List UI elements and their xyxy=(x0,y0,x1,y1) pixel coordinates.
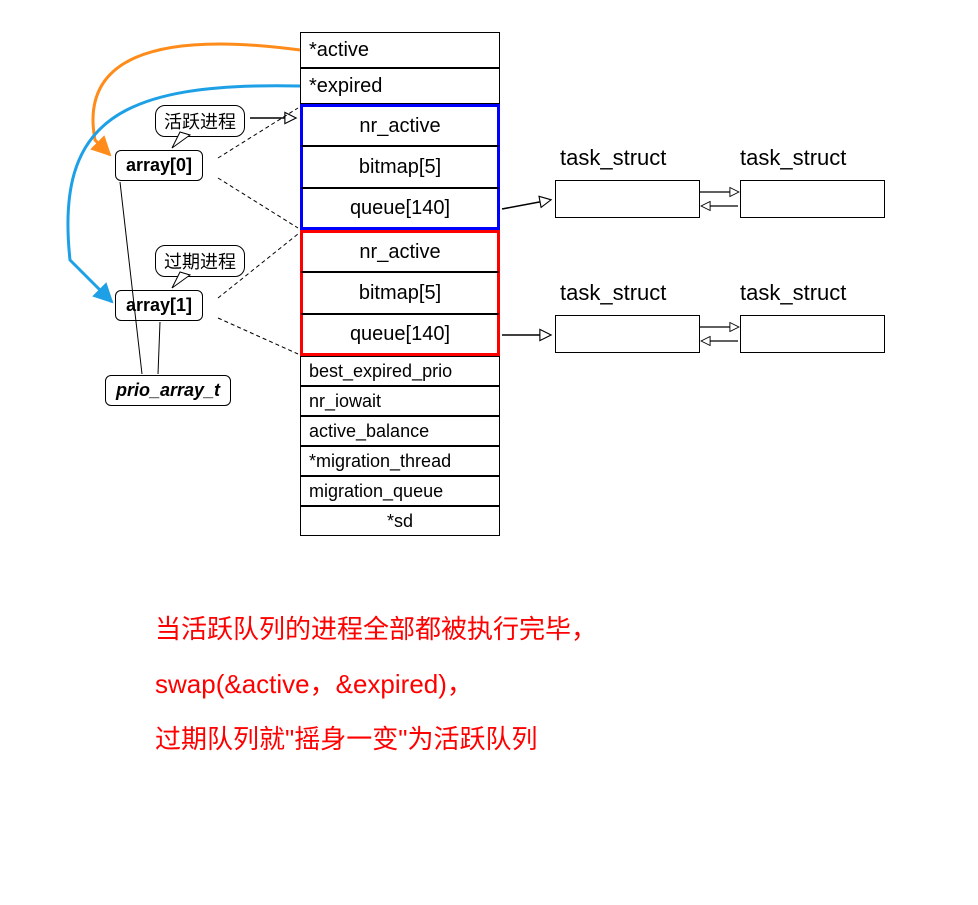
task-struct-label-2a: task_struct xyxy=(560,280,666,306)
field-active-balance: active_balance xyxy=(300,416,500,446)
task-struct-label-1b: task_struct xyxy=(740,145,846,171)
field-nr-iowait: nr_iowait xyxy=(300,386,500,416)
group2-queue: queue[140] xyxy=(300,314,500,356)
caption-line1: 当活跃队列的进程全部都被执行完毕， xyxy=(155,605,597,654)
label-array1: array[1] xyxy=(115,290,203,321)
caption-line2: swap(&active，&expired)， xyxy=(155,660,473,709)
group1-nr-active: nr_active xyxy=(300,104,500,146)
task-struct-label-2b: task_struct xyxy=(740,280,846,306)
field-migration-queue: migration_queue xyxy=(300,476,500,506)
field-expired: *expired xyxy=(300,68,500,104)
label-array0: array[0] xyxy=(115,150,203,181)
caption-line3: 过期队列就"摇身一变"为活跃队列 xyxy=(155,715,537,764)
group1-queue: queue[140] xyxy=(300,188,500,230)
arrow-active-to-array0 xyxy=(93,44,300,155)
arrow-queue1-to-task xyxy=(502,200,550,209)
group2-bitmap: bitmap[5] xyxy=(300,272,500,314)
bubble-active-proc: 活跃进程 xyxy=(155,105,245,137)
task-struct-box-2b xyxy=(740,315,885,353)
field-migration-thread: *migration_thread xyxy=(300,446,500,476)
label-prio-array-t: prio_array_t xyxy=(105,375,231,406)
task-struct-box-1b xyxy=(740,180,885,218)
bubble-expired-proc: 过期进程 xyxy=(155,245,245,277)
field-sd: *sd xyxy=(300,506,500,536)
group1-bitmap: bitmap[5] xyxy=(300,146,500,188)
field-active: *active xyxy=(300,32,500,68)
field-best-expired-prio: best_expired_prio xyxy=(300,356,500,386)
group2-nr-active: nr_active xyxy=(300,230,500,272)
task-struct-box-2a xyxy=(555,315,700,353)
task-struct-box-1a xyxy=(555,180,700,218)
task-struct-label-1a: task_struct xyxy=(560,145,666,171)
